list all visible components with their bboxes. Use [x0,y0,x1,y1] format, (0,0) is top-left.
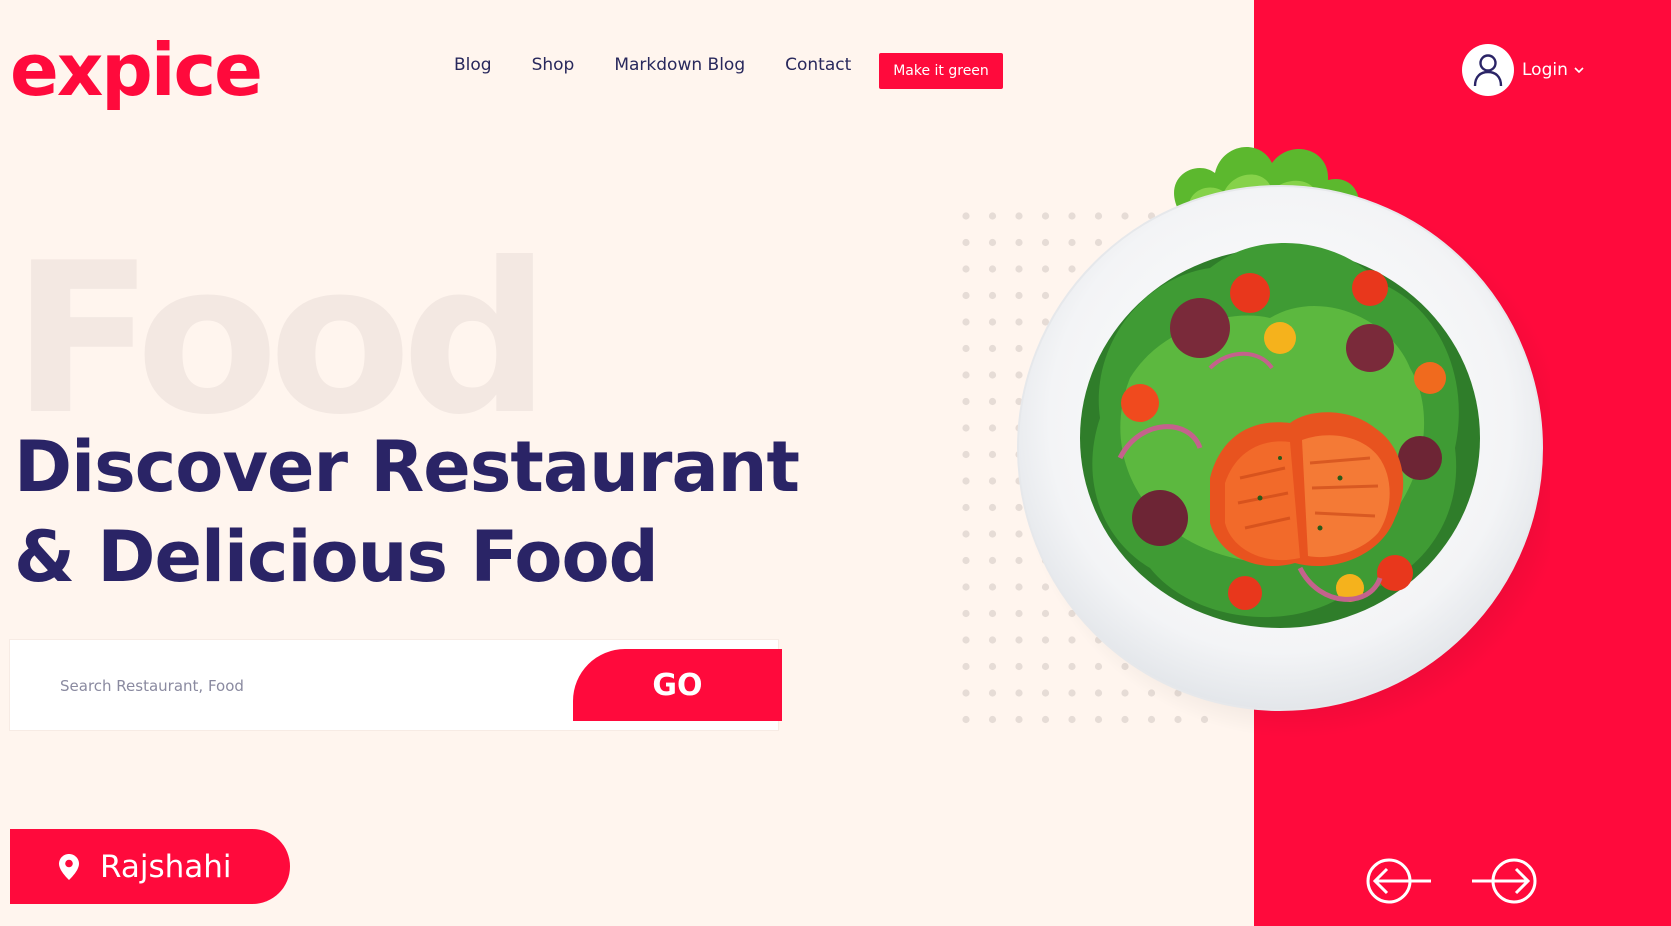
chevron-down-icon[interactable] [1574,67,1584,73]
pattern-dot [988,397,997,406]
search-input[interactable] [58,665,522,707]
login-label[interactable]: Login [1522,60,1568,80]
pattern-dot [988,371,997,379]
make-it-green-button[interactable]: Make it green [879,53,1003,89]
pattern-dot [962,689,970,697]
pattern-dot [962,212,970,220]
nav-item-markdown-blog[interactable]: Markdown Blog [614,55,745,75]
pattern-dot [962,371,970,379]
pattern-dot [988,477,997,485]
nav-item-contact[interactable]: Contact [785,55,851,75]
pattern-dot [988,530,997,538]
avatar[interactable] [1462,44,1514,96]
pattern-dot [962,477,970,485]
food-plate-image [1010,118,1570,762]
pattern-dot [988,715,997,724]
pattern-dot [988,689,997,697]
pattern-dot [988,450,997,459]
pattern-dot [962,662,970,671]
arrow-left-icon[interactable] [1365,857,1433,905]
pattern-dot [962,238,970,247]
nav-item-shop[interactable]: Shop [532,55,575,75]
search-go-button[interactable]: GO [573,649,782,721]
hero-headline-line2: & Delicious Food [14,516,659,598]
pattern-dot [988,503,997,512]
pattern-dot [962,318,970,326]
search-bar: GO [10,640,782,730]
pattern-dot [962,556,970,565]
pattern-dot [962,397,970,406]
pattern-dot [962,503,970,512]
pattern-dot [988,662,997,671]
pattern-dot [988,238,997,247]
map-pin-icon [58,853,80,881]
login-menu[interactable]: Login [1462,44,1584,96]
arrow-right-icon[interactable] [1470,857,1538,905]
pattern-dot [988,265,997,273]
pattern-dot [962,344,970,353]
pattern-dot [988,212,997,220]
pattern-dot [962,636,970,644]
pattern-dot [988,424,997,432]
pattern-dot [988,583,997,591]
hero-headline: Discover Restaurant & Delicious Food [14,422,834,602]
pattern-dot [962,609,970,618]
hero-headline-line1: Discover Restaurant [14,426,800,508]
pattern-dot [988,556,997,565]
location-label: Rajshahi [100,848,232,885]
pattern-dot [988,636,997,644]
pattern-dot [988,344,997,353]
hero-background-word: Food [12,219,550,461]
pattern-dot [988,318,997,326]
pattern-dot [962,450,970,459]
pattern-dot [962,715,970,724]
pattern-dot [988,609,997,618]
pattern-dot [962,424,970,432]
location-badge[interactable]: Rajshahi [10,829,290,904]
user-icon [1473,54,1503,87]
pattern-dot [962,530,970,538]
pattern-dot [988,291,997,300]
pattern-dot [962,265,970,273]
brand-logo[interactable]: expice [10,22,263,118]
nav-item-blog[interactable]: Blog [454,55,492,75]
main-nav: Blog Shop Markdown Blog Contact [454,55,891,75]
pattern-dot [962,583,970,591]
pattern-dot [962,291,970,300]
